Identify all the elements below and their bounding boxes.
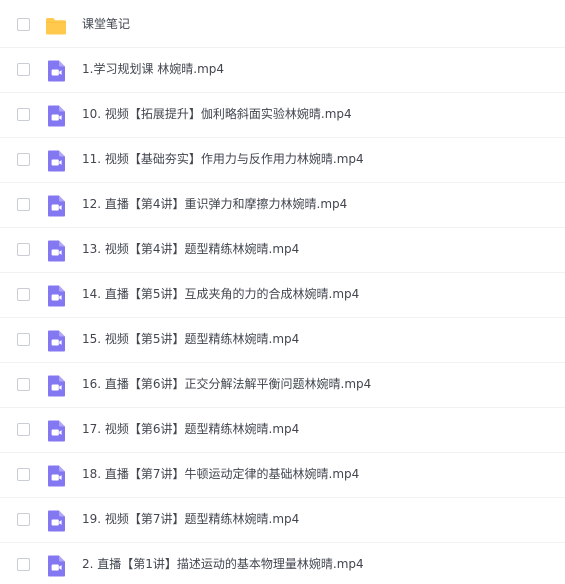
video-file-icon <box>44 419 68 443</box>
row-checkbox[interactable] <box>17 423 30 436</box>
file-row[interactable]: 1.学习规划课 林婉晴.mp4 <box>0 48 565 93</box>
file-list: 课堂笔记 1.学习规划课 林婉晴.mp4 10. 视频【拓展提升】伽利略斜面实验林婉… <box>0 0 565 584</box>
folder-row[interactable]: 课堂笔记 <box>0 3 565 48</box>
file-name[interactable]: 10. 视频【拓展提升】伽利略斜面实验林婉晴.mp4 <box>82 106 352 123</box>
file-name[interactable]: 11. 视频【基础夯实】作用力与反作用力林婉晴.mp4 <box>82 151 364 168</box>
video-file-icon <box>44 374 68 398</box>
row-checkbox[interactable] <box>17 513 30 526</box>
video-file-icon <box>44 149 68 173</box>
video-file-icon <box>44 329 68 353</box>
file-row[interactable]: 12. 直播【第4讲】重识弹力和摩擦力林婉晴.mp4 <box>0 183 565 228</box>
file-row[interactable]: 10. 视频【拓展提升】伽利略斜面实验林婉晴.mp4 <box>0 93 565 138</box>
video-file-icon <box>44 464 68 488</box>
file-name[interactable]: 17. 视频【第6讲】题型精练林婉晴.mp4 <box>82 421 299 438</box>
row-checkbox[interactable] <box>17 558 30 571</box>
file-row[interactable]: 11. 视频【基础夯实】作用力与反作用力林婉晴.mp4 <box>0 138 565 183</box>
video-file-icon <box>44 194 68 218</box>
row-checkbox[interactable] <box>17 243 30 256</box>
file-row[interactable]: 17. 视频【第6讲】题型精练林婉晴.mp4 <box>0 408 565 453</box>
video-file-icon <box>44 239 68 263</box>
file-name[interactable]: 19. 视频【第7讲】题型精练林婉晴.mp4 <box>82 511 299 528</box>
row-checkbox[interactable] <box>17 153 30 166</box>
file-row[interactable]: 16. 直播【第6讲】正交分解法解平衡问题林婉晴.mp4 <box>0 363 565 408</box>
folder-icon <box>44 14 68 38</box>
video-file-icon <box>44 509 68 533</box>
row-checkbox[interactable] <box>17 333 30 346</box>
file-name[interactable]: 16. 直播【第6讲】正交分解法解平衡问题林婉晴.mp4 <box>82 376 371 393</box>
file-name[interactable]: 12. 直播【第4讲】重识弹力和摩擦力林婉晴.mp4 <box>82 196 347 213</box>
row-checkbox[interactable] <box>17 198 30 211</box>
folder-name[interactable]: 课堂笔记 <box>82 16 130 33</box>
file-row[interactable]: 19. 视频【第7讲】题型精练林婉晴.mp4 <box>0 498 565 543</box>
video-file-icon <box>44 59 68 83</box>
file-row[interactable]: 18. 直播【第7讲】牛顿运动定律的基础林婉晴.mp4 <box>0 453 565 498</box>
row-checkbox[interactable] <box>17 63 30 76</box>
row-checkbox[interactable] <box>17 108 30 121</box>
file-name[interactable]: 15. 视频【第5讲】题型精练林婉晴.mp4 <box>82 331 299 348</box>
row-checkbox[interactable] <box>17 468 30 481</box>
file-row[interactable]: 14. 直播【第5讲】互成夹角的力的合成林婉晴.mp4 <box>0 273 565 318</box>
row-checkbox[interactable] <box>17 18 30 31</box>
video-file-icon <box>44 284 68 308</box>
file-row[interactable]: 15. 视频【第5讲】题型精练林婉晴.mp4 <box>0 318 565 363</box>
row-checkbox[interactable] <box>17 288 30 301</box>
file-row[interactable]: 13. 视频【第4讲】题型精练林婉晴.mp4 <box>0 228 565 273</box>
file-row[interactable]: 2. 直播【第1讲】描述运动的基本物理量林婉晴.mp4 <box>0 543 565 584</box>
file-name[interactable]: 2. 直播【第1讲】描述运动的基本物理量林婉晴.mp4 <box>82 556 364 573</box>
file-name[interactable]: 14. 直播【第5讲】互成夹角的力的合成林婉晴.mp4 <box>82 286 359 303</box>
file-name[interactable]: 1.学习规划课 林婉晴.mp4 <box>82 61 224 78</box>
file-name[interactable]: 13. 视频【第4讲】题型精练林婉晴.mp4 <box>82 241 299 258</box>
video-file-icon <box>44 554 68 578</box>
row-checkbox[interactable] <box>17 378 30 391</box>
file-name[interactable]: 18. 直播【第7讲】牛顿运动定律的基础林婉晴.mp4 <box>82 466 359 483</box>
video-file-icon <box>44 104 68 128</box>
